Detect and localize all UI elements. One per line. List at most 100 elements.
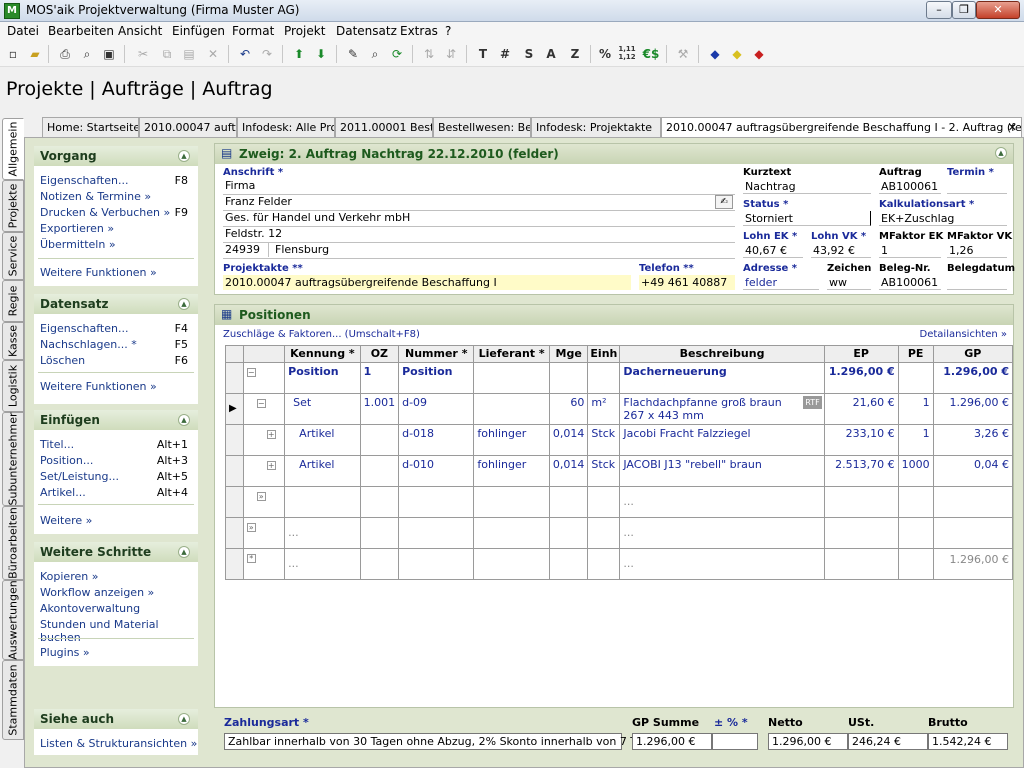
projektakte-field[interactable]: 2010.00047 auftragsübergreifende Beschaf… — [223, 275, 631, 290]
tree-cell[interactable]: » — [242, 486, 286, 518]
vtab-bueroarbeiten[interactable]: Büroarbeiten — [2, 506, 24, 580]
close-window-icon[interactable]: ✕ — [976, 1, 1020, 19]
row-selector[interactable] — [225, 424, 244, 456]
cell-pe[interactable] — [897, 362, 934, 394]
cell-nummer[interactable]: d-010 — [398, 455, 475, 487]
cell-nummer[interactable] — [398, 517, 475, 549]
action-artikel[interactable]: Artikel... — [40, 486, 86, 499]
cell-gp[interactable] — [932, 517, 1014, 549]
cell-mge[interactable]: 0,014 — [548, 424, 589, 456]
tab-auftrag-1[interactable]: 2010.00047 auftra — [139, 117, 237, 137]
export-icon[interactable]: ▣ — [100, 45, 118, 63]
col-pe[interactable]: PE — [897, 345, 934, 363]
cell-kennung[interactable]: Artikel — [284, 455, 361, 487]
cell-einh[interactable] — [587, 548, 621, 580]
tree-cell[interactable]: − — [242, 362, 286, 394]
cell-ep[interactable] — [823, 517, 899, 549]
action-weitere-funktionen[interactable]: Weitere Funktionen » — [40, 266, 157, 279]
action-weitere[interactable]: Weitere » — [40, 514, 92, 527]
action-notizen[interactable]: Notizen & Termine » — [40, 190, 151, 203]
row-selector[interactable] — [225, 362, 244, 394]
tree-cell[interactable]: + — [242, 455, 286, 487]
cell-oz[interactable] — [359, 548, 400, 580]
col-ep[interactable]: EP — [823, 345, 899, 363]
cell-beschreibung[interactable]: ... — [619, 486, 825, 518]
telefon-field[interactable]: +49 461 40887 — [639, 275, 735, 290]
cell-nummer[interactable]: d-018 — [398, 424, 475, 456]
cell-gp[interactable] — [932, 486, 1014, 518]
table-row[interactable]: − Position 1 Position Dacherneuerung 1.2… — [225, 362, 1014, 394]
collapse-icon[interactable]: ▲ — [178, 150, 190, 162]
cell-gp[interactable]: 1.296,00 € — [932, 362, 1014, 394]
puzzle-blue-icon[interactable]: ◆ — [706, 45, 724, 63]
lohn-vk-field[interactable]: 43,92 € — [811, 243, 871, 258]
close-tab-icon[interactable]: ✕ — [1008, 121, 1017, 134]
tab-infodesk-projektakte[interactable]: Infodesk: Projektakte — [531, 117, 661, 137]
cell-nummer[interactable]: Position — [398, 362, 475, 394]
action-exportieren[interactable]: Exportieren » — [40, 222, 114, 235]
vtab-auswertungen[interactable]: Auswertungen — [2, 580, 24, 660]
currency-button[interactable]: €$ — [642, 45, 660, 63]
maximize-icon[interactable]: ❐ — [952, 1, 976, 19]
print-preview-icon[interactable]: ⌕ — [78, 45, 96, 63]
cell-kennung[interactable] — [284, 486, 361, 518]
belegdatum-field[interactable] — [947, 275, 1007, 290]
menu-datei[interactable]: Datei — [7, 24, 39, 38]
move-up-icon[interactable]: ⬆ — [290, 45, 308, 63]
cell-beschreibung[interactable]: Dacherneuerung — [619, 362, 825, 394]
cell-pe[interactable]: 1 — [897, 393, 934, 425]
vtab-allgemein[interactable]: Allgemein — [2, 118, 24, 180]
cell-gp[interactable]: 3,26 € — [932, 424, 1014, 456]
cell-kennung[interactable]: ... — [284, 548, 361, 580]
print-icon[interactable]: ⎙ — [56, 45, 74, 63]
cell-ep[interactable] — [823, 486, 899, 518]
cell-einh[interactable]: m² — [587, 393, 621, 425]
tree-cell[interactable]: » — [242, 517, 286, 549]
cell-lieferant[interactable]: fohlinger — [473, 455, 550, 487]
auftrag-field[interactable]: AB100061 — [879, 179, 941, 194]
cell-einh[interactable] — [587, 517, 621, 549]
cell-pe[interactable] — [897, 486, 934, 518]
table-row[interactable]: ▶ − Set 1.001 d-09 60 m² Flachdachpfanne… — [225, 393, 1014, 425]
tab-bestellwesen[interactable]: Bestellwesen: Best — [433, 117, 531, 137]
delete-icon[interactable]: ✕ — [204, 45, 222, 63]
detailansichten-link[interactable]: Detailansichten » — [920, 329, 1007, 340]
group-header[interactable]: Weitere Schritte ▲ — [34, 542, 198, 562]
refresh-icon[interactable]: ⟳ — [388, 45, 406, 63]
cell-mge[interactable] — [548, 362, 589, 394]
cell-ep[interactable]: 233,10 € — [823, 424, 899, 456]
insert-title-button[interactable]: T — [474, 45, 492, 63]
cut-icon[interactable]: ✂ — [134, 45, 152, 63]
vtab-kasse[interactable]: Kasse — [2, 322, 24, 360]
table-row-total[interactable]: * ... ... 1.296,00 € — [225, 548, 1014, 580]
table-row-empty[interactable]: » ... — [225, 486, 1014, 518]
action-plugins[interactable]: Plugins » — [40, 646, 90, 659]
cell-mge[interactable]: 60 — [548, 393, 589, 425]
row-selector[interactable]: ▶ — [225, 393, 244, 425]
search-icon[interactable]: ⌕ — [366, 45, 384, 63]
cell-oz[interactable] — [359, 486, 400, 518]
col-mge[interactable]: Mge — [548, 345, 589, 363]
move-down-icon[interactable]: ⬇ — [312, 45, 330, 63]
menu-bearbeiten[interactable]: Bearbeiten — [48, 24, 114, 38]
zuschlaege-link[interactable]: Zuschläge & Faktoren... (Umschalt+F8) — [223, 329, 420, 340]
vtab-stammdaten[interactable]: Stammdaten — [2, 660, 24, 740]
action-eigenschaften[interactable]: Eigenschaften... — [40, 174, 128, 187]
mfaktor-ek-field[interactable]: 1 — [879, 243, 941, 258]
row-selector[interactable] — [225, 455, 244, 487]
cell-lieferant[interactable] — [473, 517, 550, 549]
tree-cell[interactable]: − — [242, 393, 286, 425]
undo-icon[interactable]: ↶ — [236, 45, 254, 63]
cell-pe[interactable]: 1000 — [897, 455, 934, 487]
puzzle-red-icon[interactable]: ◆ — [750, 45, 768, 63]
menu-help[interactable]: ? — [445, 24, 451, 38]
col-nummer[interactable]: Nummer * — [398, 345, 475, 363]
action-drucken[interactable]: Drucken & Verbuchen » — [40, 206, 170, 219]
cell-ep[interactable]: 1.296,00 € — [823, 362, 899, 394]
action-weitere-funktionen[interactable]: Weitere Funktionen » — [40, 380, 157, 393]
collapse-node-icon[interactable]: − — [256, 399, 266, 408]
collapse-icon[interactable]: ▲ — [178, 298, 190, 310]
cell-lieferant[interactable] — [473, 486, 550, 518]
mfaktor-vk-field[interactable]: 1,26 — [947, 243, 1007, 258]
add-node-icon[interactable]: » — [256, 492, 266, 501]
